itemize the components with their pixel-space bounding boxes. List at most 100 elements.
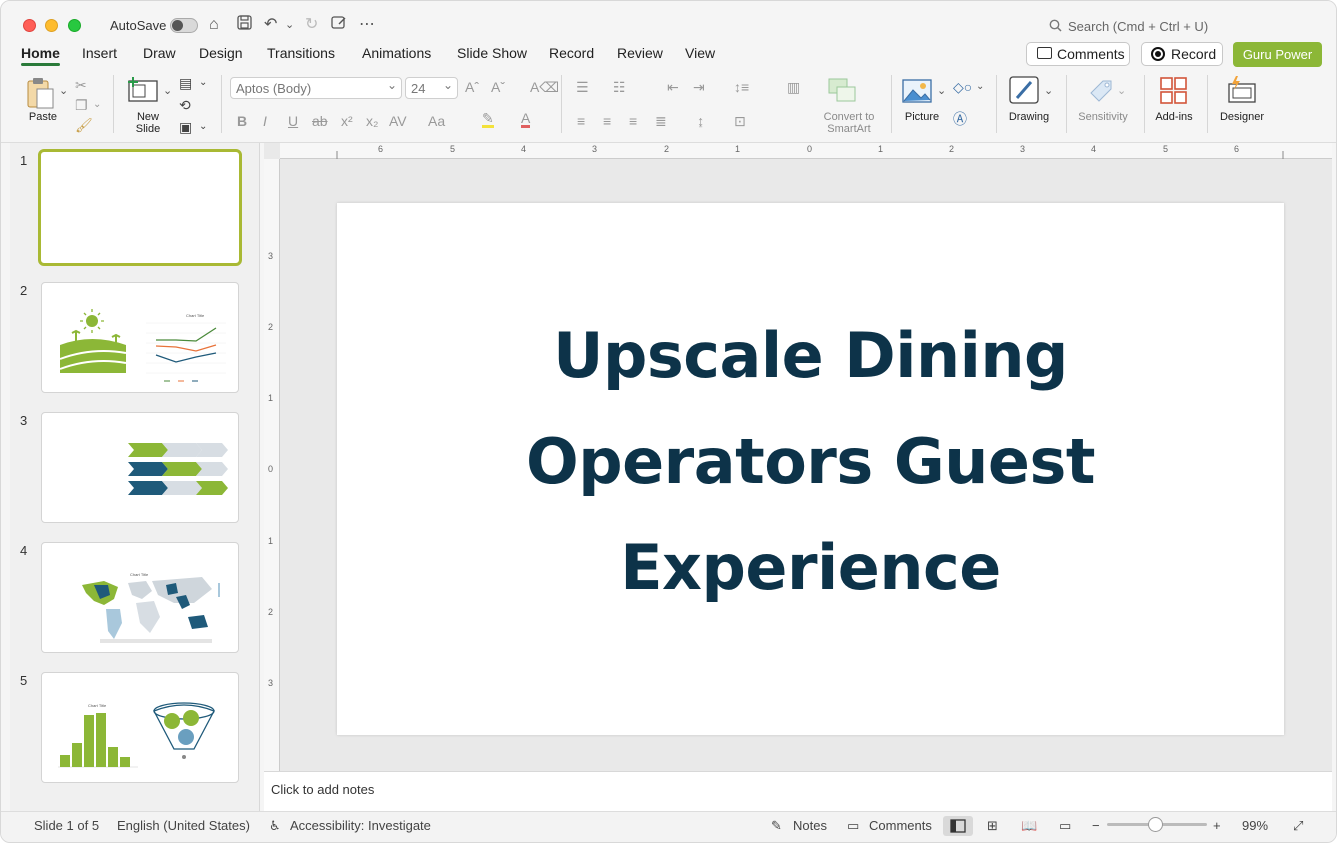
- sensitivity-dropdown-icon[interactable]: ⌄: [1117, 83, 1126, 99]
- slide-canvas[interactable]: Upscale Dining Operators Guest Experienc…: [337, 203, 1284, 735]
- more-options-icon[interactable]: ⋯: [359, 15, 375, 35]
- zoom-in-icon[interactable]: +: [1213, 818, 1221, 833]
- font-name-dropdown[interactable]: Aptos (Body): [230, 77, 402, 99]
- language[interactable]: English (United States): [117, 818, 250, 833]
- slide-sorter-icon[interactable]: ⊞: [987, 818, 998, 834]
- designer-icon[interactable]: [1226, 75, 1258, 105]
- align-right-icon[interactable]: ≡: [629, 113, 637, 129]
- drawing-dropdown-icon[interactable]: ⌄: [1044, 83, 1053, 99]
- add-ins-icon[interactable]: [1160, 77, 1188, 105]
- tab-slide-show[interactable]: Slide Show: [457, 45, 527, 61]
- format-painter-icon[interactable]: 🖌: [75, 117, 93, 133]
- slide-thumbnail-3[interactable]: [41, 412, 239, 523]
- autosave-toggle[interactable]: [170, 18, 198, 33]
- slide-editor[interactable]: 6 5 4 3 2 1 0 1 2 3 4 5 6 3 2 1 0 1 2 3 …: [264, 143, 1332, 771]
- record-button[interactable]: Record: [1141, 42, 1223, 66]
- comments-status-button[interactable]: Comments: [869, 818, 932, 833]
- comments-status-icon[interactable]: ▭: [847, 818, 859, 834]
- tab-insert[interactable]: Insert: [82, 45, 117, 61]
- line-spacing-icon[interactable]: ↕≡: [734, 79, 749, 95]
- sensitivity-icon[interactable]: [1087, 75, 1117, 105]
- decrease-indent-icon[interactable]: ⇤: [667, 79, 679, 95]
- section-icon[interactable]: ▣: [179, 119, 192, 135]
- search-input[interactable]: Search (Cmd + Ctrl + U): [1068, 19, 1208, 34]
- picture-icon[interactable]: [902, 79, 932, 103]
- align-center-icon[interactable]: ≡: [603, 113, 611, 129]
- zoom-level[interactable]: 99%: [1242, 818, 1268, 833]
- fit-to-window-icon[interactable]: ⤢: [1293, 818, 1303, 834]
- home-icon[interactable]: ⌂: [209, 15, 219, 35]
- reading-view-icon[interactable]: 📖: [1021, 818, 1037, 834]
- superscript-icon[interactable]: x²: [341, 113, 353, 129]
- drawing-icon[interactable]: [1009, 76, 1041, 106]
- section-dropdown-icon[interactable]: ⌄: [199, 119, 207, 135]
- clear-formatting-icon[interactable]: A⌫: [530, 79, 559, 95]
- close-window-button[interactable]: [23, 19, 36, 32]
- slideshow-view-icon[interactable]: ▭: [1059, 818, 1071, 834]
- layout-icon[interactable]: ▤: [179, 75, 192, 91]
- copy-dropdown-icon[interactable]: ⌄: [93, 97, 101, 113]
- copy-icon[interactable]: ❐: [75, 97, 88, 113]
- tab-transitions[interactable]: Transitions: [267, 45, 335, 61]
- strikethrough-icon[interactable]: ab: [312, 113, 328, 129]
- notes-icon[interactable]: ✎: [771, 818, 782, 834]
- guru-power-button[interactable]: Guru Power: [1233, 42, 1322, 67]
- align-text-icon[interactable]: ⊡: [734, 113, 746, 129]
- highlight-icon[interactable]: ✎: [482, 111, 494, 128]
- increase-font-icon[interactable]: Aˆ: [465, 79, 479, 95]
- new-slide-dropdown-icon[interactable]: ⌄: [163, 83, 172, 99]
- shapes-dropdown-icon[interactable]: ⌄: [976, 79, 984, 95]
- text-direction-icon[interactable]: ↨: [697, 113, 704, 129]
- present-icon[interactable]: [331, 15, 347, 36]
- normal-view-button[interactable]: [943, 816, 973, 836]
- accessibility-status[interactable]: Accessibility: Investigate: [290, 818, 431, 833]
- smartart-icon[interactable]: [827, 77, 859, 103]
- change-case-icon[interactable]: Aa: [428, 113, 445, 129]
- tab-review[interactable]: Review: [617, 45, 663, 61]
- slide-thumbnail-1[interactable]: [38, 149, 242, 266]
- shapes-icon[interactable]: ◇○: [953, 79, 972, 95]
- slide-thumbnail-2[interactable]: Chart Title: [41, 282, 239, 393]
- slide-title[interactable]: Upscale Dining Operators Guest Experienc…: [337, 303, 1284, 621]
- tab-record[interactable]: Record: [549, 45, 594, 61]
- decrease-font-icon[interactable]: Aˇ: [491, 79, 505, 95]
- character-spacing-icon[interactable]: AV: [389, 113, 407, 129]
- cut-icon[interactable]: ✂: [75, 77, 87, 93]
- notes-button[interactable]: Notes: [793, 818, 827, 833]
- comments-button[interactable]: Comments: [1026, 42, 1130, 66]
- minimize-window-button[interactable]: [45, 19, 58, 32]
- tab-design[interactable]: Design: [199, 45, 243, 61]
- bullets-icon[interactable]: ☰: [576, 79, 589, 95]
- text-box-icon[interactable]: Ⓐ: [953, 111, 967, 127]
- justify-icon[interactable]: ≣: [655, 113, 667, 129]
- accessibility-icon[interactable]: ♿: [269, 818, 281, 834]
- save-icon[interactable]: [237, 15, 252, 36]
- font-size-dropdown[interactable]: 24: [405, 77, 458, 99]
- notes-pane[interactable]: Click to add notes: [264, 771, 1332, 811]
- paste-icon[interactable]: [25, 77, 59, 109]
- bold-icon[interactable]: B: [237, 113, 247, 129]
- maximize-window-button[interactable]: [68, 19, 81, 32]
- tab-animations[interactable]: Animations: [362, 45, 431, 61]
- increase-indent-icon[interactable]: ⇥: [693, 79, 705, 95]
- layout-dropdown-icon[interactable]: ⌄: [199, 75, 207, 91]
- zoom-out-icon[interactable]: −: [1092, 818, 1100, 833]
- font-color-icon[interactable]: A: [521, 111, 531, 128]
- numbering-icon[interactable]: ☷: [613, 79, 626, 95]
- align-left-icon[interactable]: ≡: [577, 113, 585, 129]
- picture-dropdown-icon[interactable]: ⌄: [937, 83, 946, 99]
- undo-dropdown-icon[interactable]: ⌄: [285, 15, 294, 35]
- redo-icon[interactable]: ↻: [305, 15, 318, 35]
- tab-view[interactable]: View: [685, 45, 715, 61]
- paste-dropdown-icon[interactable]: ⌄: [59, 83, 68, 99]
- subscript-icon[interactable]: x₂: [366, 113, 378, 129]
- slide-thumbnail-5[interactable]: Chart Title: [41, 672, 239, 783]
- underline-icon[interactable]: U: [288, 113, 298, 129]
- zoom-slider-handle[interactable]: [1148, 817, 1163, 832]
- undo-icon[interactable]: ↶: [264, 15, 277, 35]
- columns-icon[interactable]: ▥: [787, 79, 800, 95]
- reset-slide-icon[interactable]: ⟲: [179, 97, 191, 113]
- tab-draw[interactable]: Draw: [143, 45, 176, 61]
- new-slide-icon[interactable]: [127, 75, 161, 105]
- tab-home[interactable]: Home: [21, 45, 60, 66]
